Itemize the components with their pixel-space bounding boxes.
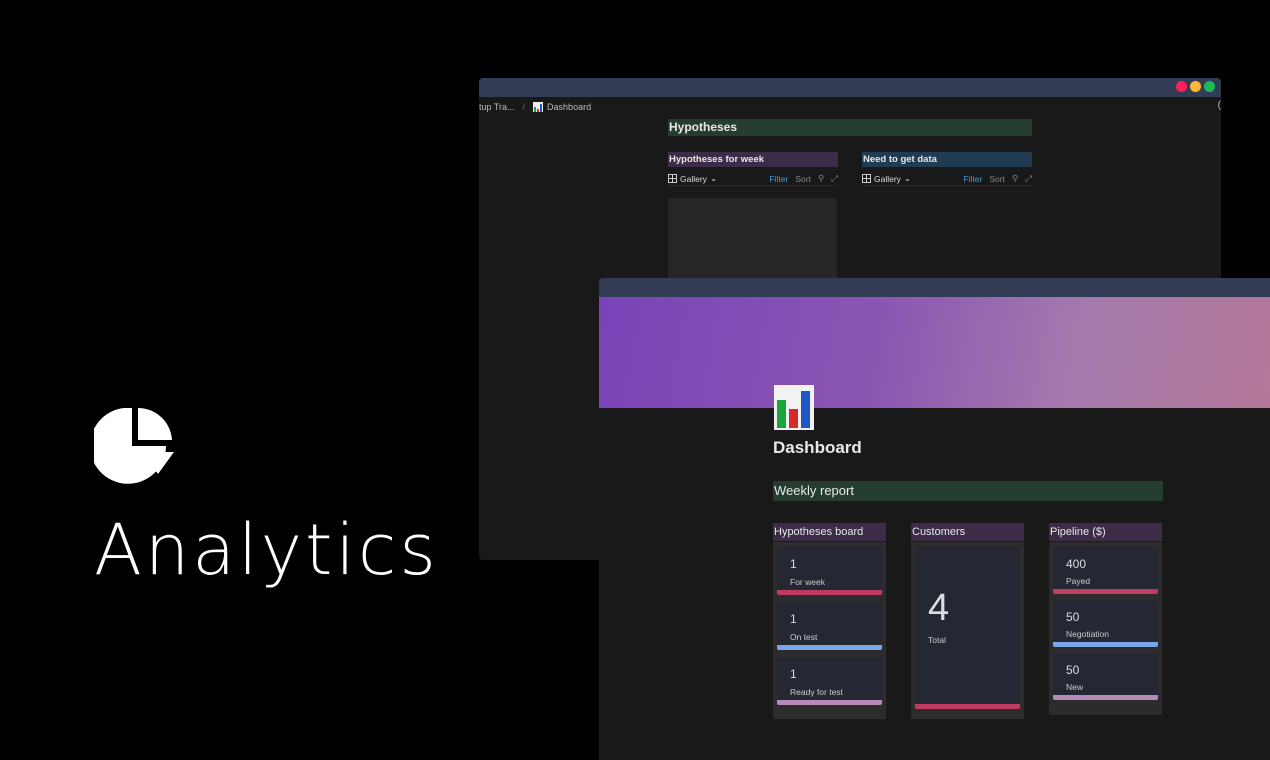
brand-title: Analytics: [94, 509, 439, 591]
view-switcher-gallery[interactable]: Gallery ⌄: [862, 173, 911, 184]
page-title: Dashboard: [773, 438, 862, 457]
stat-value: 50: [1066, 663, 1080, 677]
filter-button[interactable]: Filter: [769, 174, 788, 184]
gallery-icon: [862, 174, 871, 183]
stat-value: 1: [790, 667, 797, 681]
column-title-customers: Customers: [911, 523, 1024, 541]
filter-button[interactable]: Filter: [963, 174, 982, 184]
stat-card-new[interactable]: 50 New: [1053, 653, 1158, 700]
breadcrumb-item-startup-tracker[interactable]: tup Tra...: [479, 102, 515, 112]
breadcrumb-separator: /: [522, 102, 526, 112]
stat-label: Total: [928, 635, 946, 645]
bar-chart-icon: [774, 385, 814, 430]
status-bar: [777, 590, 882, 595]
expand-icon[interactable]: ⤢: [831, 173, 838, 184]
gallery-card[interactable]: [668, 198, 837, 278]
window-titlebar: [599, 278, 1270, 297]
stat-value: 400: [1066, 557, 1087, 571]
search-icon[interactable]: ⚲: [1012, 173, 1018, 184]
stat-card-payed[interactable]: 400 Payed: [1053, 547, 1158, 594]
breadcrumb-item-dashboard[interactable]: Dashboard: [533, 102, 591, 112]
stat-card-ready-for-test[interactable]: 1 Ready for test: [777, 657, 882, 705]
status-bar: [1053, 642, 1158, 647]
column-title-pipeline: Pipeline ($): [1049, 523, 1162, 541]
breadcrumb: tup Tra... / Dashboard: [479, 102, 591, 112]
close-window-button[interactable]: [1176, 81, 1187, 92]
page-cover: [599, 297, 1270, 408]
stat-card-negotiation[interactable]: 50 Negotiation: [1053, 600, 1158, 647]
view-label: Gallery: [874, 173, 901, 184]
breadcrumb-dashboard-label: Dashboard: [547, 102, 592, 112]
status-bar: [777, 700, 882, 705]
status-bar: [1053, 695, 1158, 700]
bar-chart-icon: [533, 102, 544, 112]
comments-icon[interactable]: (: [1218, 100, 1221, 111]
section-title-hypotheses: Hypotheses: [668, 119, 1032, 136]
stat-label: New: [1066, 682, 1084, 692]
dashboard-window: Dashboard Weekly report Hypotheses board…: [599, 278, 1270, 760]
stat-value: 1: [790, 612, 797, 626]
sort-button[interactable]: Sort: [989, 174, 1005, 184]
stat-value: 4: [928, 587, 950, 629]
view-toolbar: Gallery ⌄ Filter Sort ⚲ ⤢: [862, 172, 1032, 186]
chevron-down-icon: ⌄: [709, 173, 718, 183]
search-icon[interactable]: ⚲: [818, 173, 824, 184]
gallery-icon: [668, 174, 677, 183]
status-bar: [777, 645, 882, 650]
minimize-window-button[interactable]: [1190, 81, 1201, 92]
view-label: Gallery: [680, 173, 707, 184]
maximize-window-button[interactable]: [1204, 81, 1215, 92]
stat-label: Negotiation: [1066, 629, 1110, 639]
sort-button[interactable]: Sort: [795, 174, 811, 184]
view-switcher-gallery[interactable]: Gallery ⌄: [668, 173, 717, 184]
customers-column: 4 Total: [911, 542, 1024, 719]
hypotheses-board-column: 1 For week 1 On test 1 Ready for test: [773, 542, 886, 719]
chevron-down-icon: ⌄: [903, 173, 912, 183]
section-title-weekly-report: Weekly report: [773, 481, 1163, 501]
stat-value: 1: [790, 557, 797, 571]
column-title-hypotheses-board: Hypotheses board: [773, 523, 886, 541]
board-title-need-to-get-data: Need to get data: [862, 152, 1032, 167]
stat-card-for-week[interactable]: 1 For week: [777, 547, 882, 595]
board-title-hypotheses-for-week: Hypotheses for week: [668, 152, 838, 167]
status-bar: [915, 704, 1020, 709]
stat-card-total-customers[interactable]: 4 Total: [915, 547, 1020, 709]
pie-chart-icon: [94, 408, 174, 484]
stat-value: 50: [1066, 610, 1080, 624]
stat-label: For week: [790, 577, 825, 587]
stat-card-on-test[interactable]: 1 On test: [777, 602, 882, 650]
view-toolbar: Gallery ⌄ Filter Sort ⚲ ⤢: [668, 172, 838, 186]
stat-label: Payed: [1066, 576, 1091, 586]
stat-label: On test: [790, 632, 818, 642]
stat-label: Ready for test: [790, 687, 843, 697]
expand-icon[interactable]: ⤢: [1025, 173, 1032, 184]
window-titlebar: [479, 78, 1221, 97]
status-bar: [1053, 589, 1158, 594]
pipeline-column: 400 Payed 50 Negotiation 50 New: [1049, 542, 1162, 715]
